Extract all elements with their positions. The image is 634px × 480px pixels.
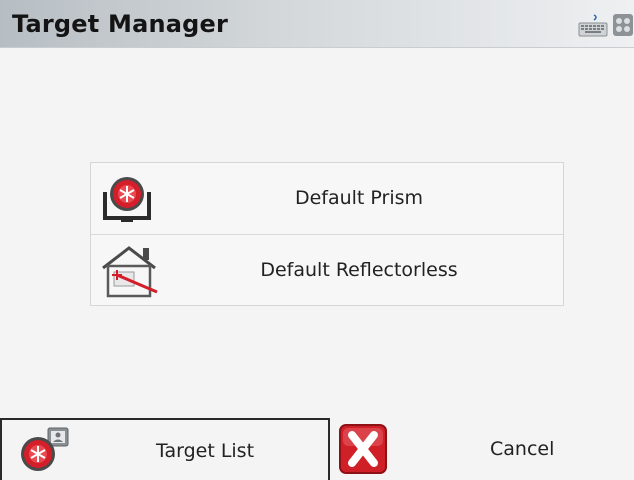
target-list: Default Prism Default Reflectorless	[90, 162, 564, 306]
close-icon	[338, 422, 388, 480]
target-item-default-reflectorless[interactable]: Default Reflectorless	[91, 234, 563, 305]
target-list-label: Target List	[156, 440, 255, 462]
target-item-default-prism[interactable]: Default Prism	[91, 163, 563, 233]
target-list-icon	[16, 426, 72, 478]
settings-icon[interactable]	[612, 12, 634, 42]
cancel-label: Cancel	[490, 438, 555, 460]
target-list-button[interactable]: Target List	[0, 418, 330, 480]
title-bar: Target Manager	[0, 0, 634, 48]
reflectorless-icon	[99, 242, 158, 298]
target-item-label: Default Prism	[294, 187, 424, 209]
target-item-label: Default Reflectorless	[260, 259, 458, 281]
cancel-button[interactable]: Cancel	[330, 418, 634, 480]
keyboard-icon[interactable]	[578, 14, 608, 42]
bottom-bar: Target List Cancel	[0, 418, 634, 480]
prism-icon	[99, 170, 155, 226]
window-title: Target Manager	[12, 10, 229, 38]
